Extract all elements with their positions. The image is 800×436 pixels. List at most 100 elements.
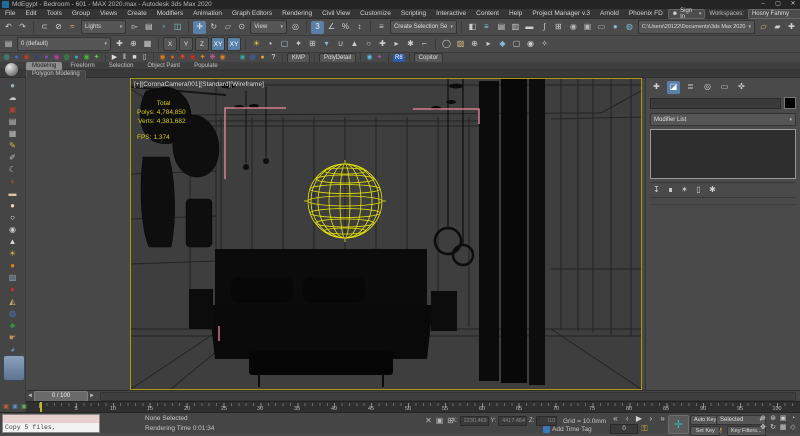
droplet-icon[interactable]: ▾ (320, 38, 333, 51)
asset-tracking-icon[interactable]: ▰ (771, 21, 784, 34)
ring-icon[interactable]: ◯ (440, 38, 453, 51)
plugin-red-icon[interactable]: ◉ (22, 54, 31, 62)
object-name-field[interactable] (650, 98, 781, 109)
zoom-extents-icon[interactable]: ▣ (778, 414, 788, 423)
menu-item[interactable]: Interactive (431, 9, 471, 19)
camera-viewport[interactable]: [+][CoronaCamera001][Standard][Wireframe… (130, 78, 642, 390)
rectangular-selection-region-icon[interactable]: ▫ (157, 21, 170, 34)
hierarchy-tab-icon[interactable]: ≣ (684, 81, 697, 94)
menu-item[interactable]: Animation (188, 9, 227, 19)
pencil-icon[interactable]: ✎ (6, 140, 20, 152)
named-selection-set-combo[interactable]: Create Selection Se (390, 20, 457, 34)
menu-item[interactable]: Modifiers (152, 9, 188, 19)
target-icon[interactable]: ⊕ (468, 38, 481, 51)
y-coordinate-field[interactable]: 4417.464 (498, 416, 527, 426)
next-frame-arrow[interactable]: ► (88, 393, 96, 399)
set-keys-button[interactable]: ✛ (668, 415, 689, 434)
help-icon[interactable]: ? (269, 54, 278, 62)
isolate-selection-icon[interactable]: ✕ (424, 416, 433, 425)
ribbon-tab[interactable]: Selection (103, 62, 140, 70)
red-ball-icon[interactable]: ● (6, 284, 20, 296)
rendered-frame-window-icon[interactable]: ▭ (595, 21, 608, 34)
zoom-all-icon[interactable]: ⊛ (768, 414, 778, 423)
pause-script-icon[interactable]: ‖ (120, 54, 129, 62)
plugin-navy-icon[interactable]: ◍ (32, 54, 41, 62)
key-filters-icon[interactable]: ⚷ (716, 427, 725, 435)
menu-item[interactable]: Project Manager v.3 (527, 9, 595, 19)
menu-item[interactable]: Customize (355, 9, 396, 19)
arrow-helper-icon[interactable]: ▸ (390, 38, 403, 51)
sun-icon[interactable]: ☀ (6, 248, 20, 260)
ribbon-sphere-icon[interactable] (5, 63, 18, 76)
menu-item[interactable]: Content (471, 9, 504, 19)
previous-frame-icon[interactable]: ‹ (622, 414, 633, 423)
configure-modifier-sets-icon[interactable]: ✱ (707, 185, 718, 195)
dark-orb-icon[interactable]: ● (228, 54, 237, 62)
orbit-icon[interactable]: ↻ (768, 423, 778, 432)
remove-modifier-icon[interactable]: ▯ (693, 185, 704, 195)
layer-explorer-icon[interactable]: ▥ (509, 21, 522, 34)
light-bulb-icon[interactable]: ☀ (250, 38, 263, 51)
cloud-icon[interactable]: ☁ (6, 92, 20, 104)
curve-editor-icon[interactable]: ∫ (538, 21, 551, 34)
menu-item[interactable]: Civil View (317, 9, 355, 19)
display-tab-icon[interactable]: ▭ (718, 81, 731, 94)
undo-icon[interactable]: ↶ (2, 21, 15, 34)
lips-icon[interactable]: ◗ (6, 176, 20, 188)
listener-script-row[interactable]: Copy 5 files, (3, 423, 99, 432)
maxscript-icon[interactable]: ▣ (2, 403, 10, 411)
circle-helper-icon[interactable]: ○ (362, 38, 375, 51)
mirror-icon[interactable]: ◧ (466, 21, 479, 34)
add-selection-to-layer-icon[interactable]: ⊕ (127, 38, 140, 51)
cone-icon[interactable]: ▲ (6, 236, 20, 248)
ribbon-toggle-icon[interactable]: ▬ (523, 21, 536, 34)
orange-ball-icon[interactable]: ● (6, 260, 20, 272)
plugin-blue-icon[interactable]: ● (12, 54, 21, 62)
scene-explorer-icon[interactable]: ▤ (495, 21, 508, 34)
moon-icon[interactable]: ☾ (6, 164, 20, 176)
ribbon-tab[interactable]: Freeform (64, 62, 100, 70)
ribbon-tab[interactable]: Populate (188, 62, 224, 70)
create-tab-icon[interactable]: ✚ (650, 81, 663, 94)
restrict-plane-select[interactable]: XY (227, 37, 241, 51)
field-of-view-icon[interactable]: ◔ (788, 414, 798, 423)
menu-item[interactable]: Scripting (396, 9, 431, 19)
percent-snap-toggle-icon[interactable]: % (339, 21, 352, 34)
z-coordinate-field[interactable]: 0.0 (536, 416, 557, 426)
select-object-icon[interactable]: ▻ (128, 21, 141, 34)
disc-icon[interactable]: ● (6, 200, 20, 212)
plugin-violet-icon[interactable]: ● (42, 54, 51, 62)
box-icon[interactable]: ▢ (510, 38, 523, 51)
render-iterative-icon[interactable]: ◍ (623, 21, 636, 34)
object-color-swatch[interactable] (784, 97, 796, 109)
time-slider-track[interactable] (100, 392, 796, 401)
pin-stack-icon[interactable]: ↧ (651, 185, 662, 195)
track-bar[interactable]: 5101520253035404550556065707580859095100 (26, 401, 800, 412)
blue-orb-icon[interactable]: ◍ (248, 54, 257, 62)
restrict-x-button[interactable]: X (163, 37, 177, 51)
biped-icon[interactable]: ▲ (348, 38, 361, 51)
plugin-bright-green-icon[interactable]: ✦ (92, 54, 101, 62)
mini-listener-icon[interactable]: ▣ (11, 403, 19, 411)
menu-item[interactable]: Edit (20, 9, 41, 19)
viewport-label[interactable]: [+][CoronaCamera001][Standard][Wireframe… (134, 81, 264, 88)
sign-in-button[interactable]: ☻Sign In (668, 9, 706, 19)
select-by-name-icon[interactable]: ▤ (142, 21, 155, 34)
project-path-select[interactable]: C:\Users\20122\Documents\3ds Max 2020 (638, 20, 755, 34)
bracket-icon[interactable]: ⌐ (418, 38, 431, 51)
extra-nav-icon[interactable]: ◇ (788, 423, 798, 432)
project-folder-icon[interactable]: ▱ (757, 21, 770, 34)
redo-icon[interactable]: ↷ (16, 21, 29, 34)
panel-icon[interactable]: ▬ (6, 188, 20, 200)
align-icon[interactable]: ≡ (480, 21, 493, 34)
kmp-button[interactable]: KMP (287, 53, 310, 63)
stop-script-icon[interactable]: ■ (130, 54, 139, 62)
polygon-modeling-panel[interactable]: Polygon Modeling (26, 70, 86, 78)
white-circle-icon[interactable]: ○ (6, 212, 20, 224)
select-and-move-icon[interactable]: ✛ (193, 21, 206, 34)
vehicle-icon[interactable]: ◆ (496, 38, 509, 51)
spark-icon[interactable]: ✦ (198, 54, 207, 62)
teal-orb-icon[interactable]: ◉ (238, 54, 247, 62)
grid-helper-icon[interactable]: ⊞ (306, 38, 319, 51)
schematic-view-icon[interactable]: ⊞ (552, 21, 565, 34)
